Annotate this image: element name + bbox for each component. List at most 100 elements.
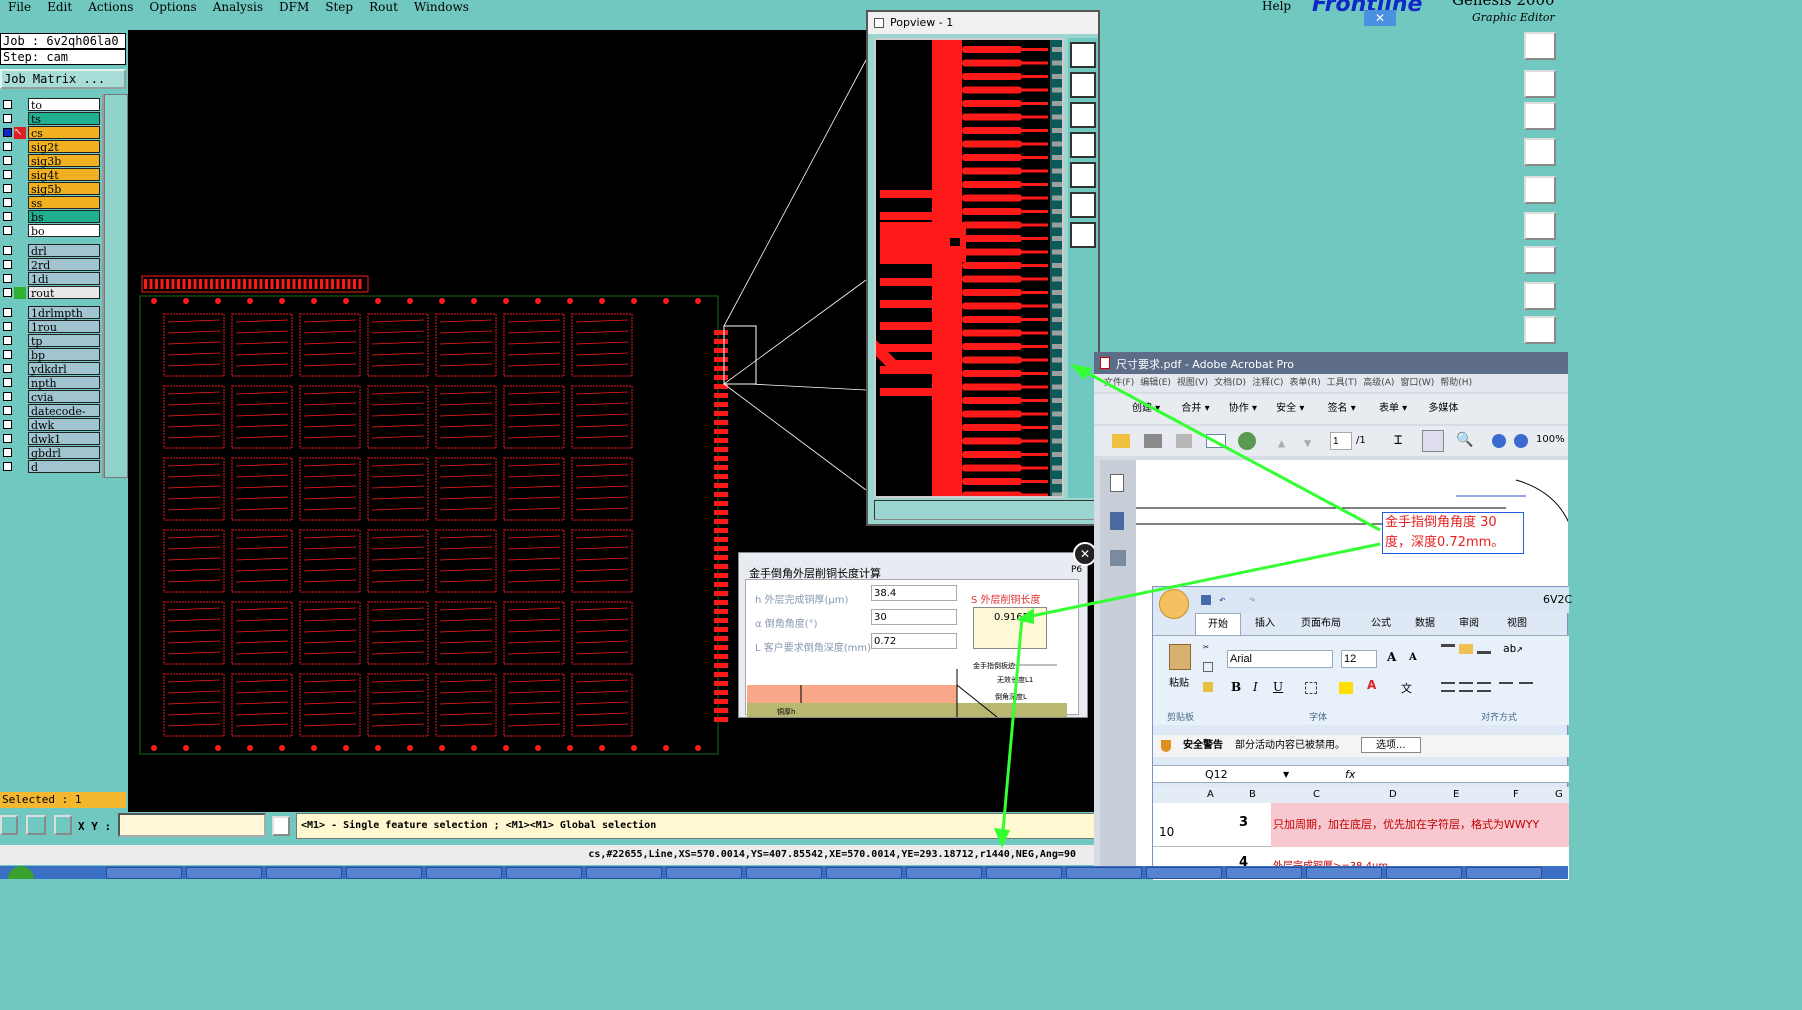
forms-button[interactable]: 表单 ▾ [1379,403,1407,414]
taskbar-button[interactable] [186,867,262,879]
paste-label[interactable]: 粘贴 [1169,674,1189,689]
print-icon[interactable] [1144,434,1162,448]
layer-checkbox[interactable] [3,128,12,137]
layer-checkbox[interactable] [3,260,12,269]
layer-work-indicator[interactable] [14,419,26,431]
layer-name[interactable]: cs [28,126,100,140]
bold-icon[interactable]: B [1231,680,1241,694]
page-number-input[interactable] [1330,432,1352,450]
text-orientation-icon[interactable]: ab↗ [1503,642,1523,655]
shrink-font-icon[interactable]: A [1409,652,1417,663]
taskbar-button[interactable] [1306,867,1382,879]
zoom-level[interactable]: 100% [1536,434,1565,445]
layer-row[interactable]: sig4t [0,168,104,182]
layer-checkbox[interactable] [3,392,12,401]
name-box-dropdown-icon[interactable]: ▼ [1283,766,1289,784]
layer-name[interactable]: 1drlmpth [28,306,100,320]
acrobat-menu-view[interactable]: 视图(V) [1177,378,1208,388]
layer-work-indicator[interactable] [14,113,26,125]
layer-name[interactable]: sig2t [28,140,100,154]
column-c[interactable]: C [1313,787,1320,803]
layer-work-indicator[interactable] [14,377,26,389]
grow-font-icon[interactable]: A [1387,650,1396,664]
layer-name[interactable]: dwk [28,418,100,432]
popview-pan-right-icon[interactable] [1070,162,1096,188]
layer-checkbox[interactable] [3,156,12,165]
layer-work-indicator[interactable] [14,273,26,285]
layer-work-indicator[interactable] [14,321,26,333]
layer-row[interactable]: sig5b [0,182,104,196]
menu-actions[interactable]: Actions [88,1,133,13]
menu-file[interactable]: File [8,1,31,13]
taskbar-button[interactable] [506,867,582,879]
layer-row[interactable]: bp [0,348,104,362]
layer-checkbox[interactable] [3,420,12,429]
collaborate-button[interactable]: 协作 ▾ [1229,403,1257,414]
menu-options[interactable]: Options [149,1,196,13]
layer-row[interactable]: bs [0,210,104,224]
row-number[interactable]: 10 [1159,825,1174,839]
acrobat-menu-advanced[interactable]: 高级(A) [1363,378,1394,388]
layer-work-indicator[interactable] [14,391,26,403]
combine-button[interactable]: 合并 ▾ [1181,403,1209,414]
layer-name[interactable]: rout [28,286,100,300]
column-g[interactable]: G [1555,787,1563,803]
layer-row[interactable]: sig2t [0,140,104,154]
align-left-icon[interactable] [1441,682,1455,692]
secure-button[interactable]: 安全 ▾ [1276,403,1304,414]
taskbar-button[interactable] [346,867,422,879]
indent-increase-icon[interactable] [1519,682,1533,692]
layer-row[interactable]: 2rd [0,258,104,272]
taskbar-button[interactable] [1386,867,1462,879]
layer-row[interactable]: ss [0,196,104,210]
taskbar-button[interactable] [826,867,902,879]
layer-name[interactable]: d [28,460,100,474]
taskbar-button[interactable] [666,867,742,879]
tool-pan-icon[interactable] [1524,70,1556,98]
tool-angle-icon[interactable] [1524,246,1556,274]
layer-checkbox[interactable] [3,364,12,373]
taskbar-button[interactable] [1466,867,1542,879]
italic-icon[interactable]: I [1253,680,1258,694]
menu-analysis[interactable]: Analysis [213,1,263,13]
qa-redo-icon[interactable]: ↷ [1249,593,1256,606]
layer-work-indicator[interactable] [14,349,26,361]
cell-c[interactable]: 只加周期，加在底层，优先加在字符层，格式为WWYY [1271,803,1569,847]
layer-row[interactable]: ts [0,112,104,126]
layer-row[interactable]: ↖ cs [0,126,104,140]
layer-row[interactable]: ydkdrl [0,362,104,376]
xy-input[interactable] [118,813,266,837]
grid-icon[interactable] [54,815,72,835]
indent-decrease-icon[interactable] [1499,682,1513,692]
layer-row[interactable]: npth [0,376,104,390]
taskbar-button[interactable] [986,867,1062,879]
layer-row[interactable]: to [0,98,104,112]
layer-scroll[interactable] [104,94,128,478]
layer-row[interactable]: drl [0,244,104,258]
layer-name[interactable]: datecode-pb [28,404,100,431]
acrobat-menu-file[interactable]: 文件(F) [1104,378,1134,388]
taskbar-button[interactable] [266,867,342,879]
layer-checkbox[interactable] [3,246,12,255]
tab-view[interactable]: 视图 [1507,613,1527,635]
pages-panel-icon[interactable] [1110,474,1124,492]
layer-work-indicator[interactable] [14,259,26,271]
column-f[interactable]: F [1513,787,1519,803]
layer-checkbox[interactable] [3,226,12,235]
angle-input[interactable] [871,609,957,625]
layer-row[interactable]: tp [0,334,104,348]
layer-checkbox[interactable] [3,434,12,443]
qa-undo-icon[interactable]: ↶ [1219,593,1226,606]
layer-work-indicator[interactable] [14,335,26,347]
layer-checkbox[interactable] [3,114,12,123]
layer-checkbox[interactable] [3,170,12,179]
layer-name[interactable]: bo [28,224,100,238]
column-b[interactable]: B [1249,787,1256,803]
layer-checkbox[interactable] [3,274,12,283]
layer-name[interactable]: sig5b [28,182,100,196]
acrobat-menu-forms[interactable]: 表单(R) [1289,378,1320,388]
align-middle-icon[interactable] [1459,644,1473,654]
popview-fullscreen-icon[interactable] [1070,192,1096,218]
acrobat-menu-window[interactable]: 窗口(W) [1400,378,1434,388]
layer-name[interactable]: ydkdrl [28,362,100,376]
